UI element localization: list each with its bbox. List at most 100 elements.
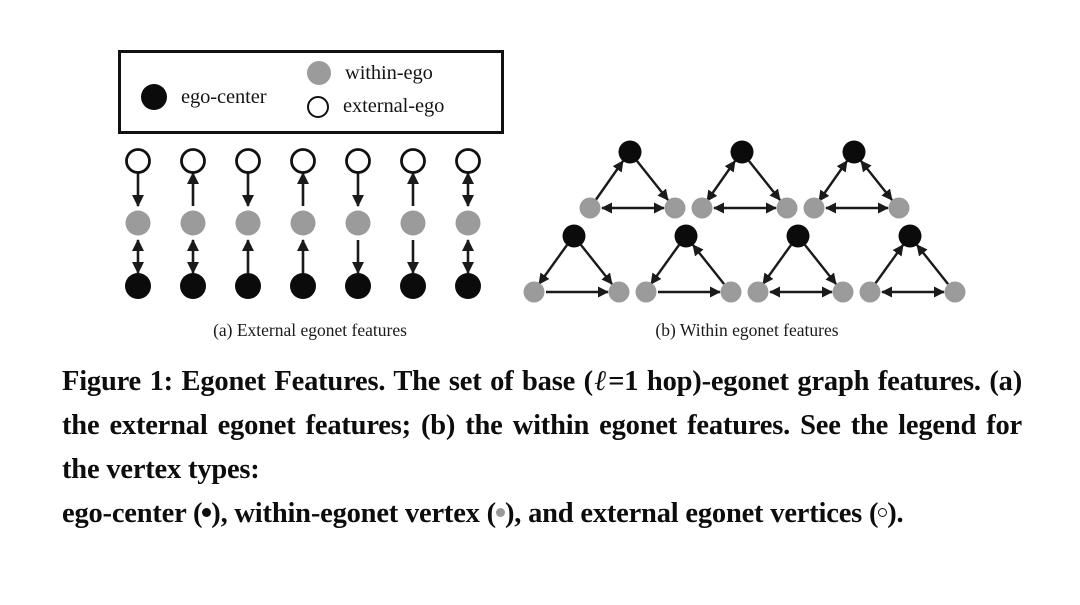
within-ego-inline-icon xyxy=(495,507,505,517)
edge-right-to-apex xyxy=(692,244,725,285)
edge-apex-to-right xyxy=(804,244,837,285)
node-external-ego xyxy=(125,148,151,174)
node-within-ego-right xyxy=(720,281,742,303)
within-ego-circle-icon xyxy=(307,61,331,85)
edge-apex-to-left xyxy=(538,244,568,285)
external-column-3 xyxy=(235,148,261,299)
node-within-ego-left xyxy=(523,281,545,303)
edge-apex-to-left xyxy=(650,244,680,285)
within-egonet-diagram xyxy=(523,140,966,303)
node-within-ego xyxy=(400,210,426,236)
external-ego-circle-icon xyxy=(307,95,329,118)
panel-b-caption: (b) Within egonet features xyxy=(655,320,839,340)
node-ego-center xyxy=(400,273,426,299)
edge-left-apex-bidirectional xyxy=(818,160,848,202)
legend-item-external-ego: external-ego xyxy=(307,95,444,118)
node-external-ego xyxy=(235,148,261,174)
legend-label-external-ego: external-ego xyxy=(343,95,445,117)
legend-item-within-ego: within-ego xyxy=(307,61,433,85)
node-within-ego-left xyxy=(803,197,825,219)
legend-box: ego-center within-ego external-ego xyxy=(118,50,504,134)
node-within-ego-right xyxy=(888,197,910,219)
node-ego-center xyxy=(345,273,371,299)
node-ego-center xyxy=(786,224,810,248)
caption-line-5b: ). xyxy=(887,498,904,529)
legend-item-ego-center: ego-center xyxy=(141,84,267,110)
caption-line-4a: ego-center ( xyxy=(62,498,203,529)
node-ego-center xyxy=(235,273,261,299)
external-ego-inline-icon xyxy=(878,507,888,517)
node-within-ego xyxy=(180,210,206,236)
edge-apex-right-bidirectional xyxy=(860,160,893,201)
node-ego-center xyxy=(618,140,642,164)
node-within-ego xyxy=(455,210,481,236)
figure-egonet-features: ego-center within-ego external-ego (a) E… xyxy=(0,0,1080,605)
node-ego-center xyxy=(562,224,586,248)
within-triangle-4 xyxy=(523,224,630,303)
node-within-ego-left xyxy=(579,197,601,219)
legend-label-ego-center: ego-center xyxy=(181,85,267,108)
edge-left-to-apex xyxy=(874,244,904,285)
within-triangle-5 xyxy=(635,224,742,303)
node-within-ego xyxy=(125,210,151,236)
panel-a-caption: (a) External egonet features xyxy=(213,320,407,340)
ego-center-inline-icon xyxy=(202,507,212,517)
node-external-ego xyxy=(180,148,206,174)
edge-apex-to-left xyxy=(762,244,792,285)
external-column-1 xyxy=(125,148,151,299)
node-ego-center xyxy=(180,273,206,299)
ego-center-circle-icon xyxy=(141,84,167,110)
caption-line-1: Figure 1: Egonet Features. The set of ba… xyxy=(62,366,593,397)
external-column-7 xyxy=(455,148,481,299)
caption-line-4c: ), and external egonet xyxy=(504,498,764,529)
node-ego-center xyxy=(125,273,151,299)
caption-line-5a: vertices ( xyxy=(770,498,879,529)
external-egonet-diagram xyxy=(125,148,481,299)
node-within-ego-right xyxy=(664,197,686,219)
node-within-ego-left xyxy=(747,281,769,303)
caption-line-4: ego-center ( ), within-egonet vertex ( ), … xyxy=(62,492,1022,536)
external-column-6 xyxy=(400,148,426,299)
node-ego-center xyxy=(898,224,922,248)
node-ego-center xyxy=(290,273,316,299)
node-external-ego xyxy=(400,148,426,174)
node-within-ego xyxy=(345,210,371,236)
panel-within-egonet-features: (b) Within egonet features xyxy=(512,130,982,342)
node-ego-center xyxy=(842,140,866,164)
edge-left-to-apex xyxy=(594,160,624,202)
node-within-ego xyxy=(235,210,261,236)
within-triangle-3 xyxy=(803,140,910,219)
node-within-ego-right xyxy=(944,281,966,303)
external-column-2 xyxy=(180,148,206,299)
caption-line-4b: ), within-egonet vertex ( xyxy=(211,498,496,529)
node-external-ego xyxy=(455,148,481,174)
node-within-ego-left xyxy=(635,281,657,303)
within-triangle-2 xyxy=(691,140,798,219)
within-triangle-1 xyxy=(579,140,686,219)
caption-line-1b: =1 hop)-egonet xyxy=(608,366,789,397)
node-within-ego-right xyxy=(832,281,854,303)
node-within-ego-left xyxy=(859,281,881,303)
edge-apex-to-right xyxy=(636,160,669,201)
panel-external-egonet-features: (a) External egonet features xyxy=(100,142,520,342)
external-column-5 xyxy=(345,148,371,299)
edge-right-to-apex xyxy=(916,244,949,285)
node-within-ego xyxy=(290,210,316,236)
node-external-ego xyxy=(345,148,371,174)
external-column-4 xyxy=(290,148,316,299)
within-triangle-6 xyxy=(747,224,854,303)
node-within-ego-right xyxy=(776,197,798,219)
node-ego-center xyxy=(674,224,698,248)
node-within-ego-right xyxy=(608,281,630,303)
legend-label-within-ego: within-ego xyxy=(345,61,433,84)
node-external-ego xyxy=(290,148,316,174)
edge-left-apex-bidirectional xyxy=(706,160,736,202)
node-within-ego-left xyxy=(691,197,713,219)
node-ego-center xyxy=(730,140,754,164)
node-ego-center xyxy=(455,273,481,299)
within-triangle-7 xyxy=(859,224,966,303)
figure-caption: Figure 1: Egonet Features. The set of ba… xyxy=(62,360,1022,536)
edge-apex-to-right xyxy=(748,160,781,201)
edge-apex-to-right xyxy=(580,244,613,285)
caption-ell-symbol: ℓ xyxy=(592,366,609,397)
